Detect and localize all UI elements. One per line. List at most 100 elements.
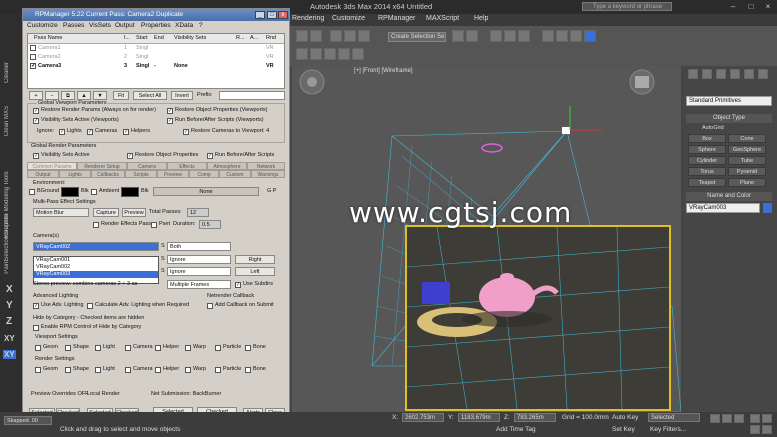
render-setup-icon[interactable]	[556, 30, 568, 42]
render-frame-icon[interactable]	[570, 30, 582, 42]
object-type-header[interactable]: Object Type	[686, 114, 772, 123]
tab-warnings[interactable]: Warnings	[251, 170, 285, 178]
preview-button[interactable]: Preview	[122, 208, 146, 217]
autogrid-label[interactable]: AutoGrid	[702, 125, 724, 131]
select-all-button[interactable]: Select All	[133, 91, 167, 100]
axis-xy-active-button[interactable]: XY	[3, 350, 16, 359]
axis-y-button[interactable]: Y	[6, 300, 13, 311]
menu-rpmanager[interactable]: RPManager	[378, 15, 415, 22]
list-item[interactable]: VRayCam003	[34, 271, 158, 278]
set-key-label[interactable]: Set Key	[612, 426, 635, 433]
add-time-tag[interactable]: Add Time Tag	[496, 426, 536, 433]
camera-2-mode-dropdown[interactable]: Ignore	[167, 255, 231, 264]
left-button[interactable]: Left	[235, 267, 275, 276]
orbit-icon[interactable]	[750, 425, 760, 434]
restore-cameras-checkbox[interactable]: ✓	[183, 129, 189, 135]
maximize-button[interactable]: □	[745, 2, 757, 11]
camera-dropdown-list[interactable]: VRayCam001 VRayCam002 VRayCam003	[33, 256, 159, 284]
pass-checkbox[interactable]	[30, 45, 36, 51]
tab-atmosphere[interactable]: Atmosphere	[207, 162, 247, 170]
viewport-label[interactable]: [+] [Front] [Wireframe]	[354, 68, 413, 74]
category-checkbox-bone[interactable]	[245, 345, 251, 351]
environment-map-button[interactable]: None	[153, 187, 259, 196]
z-coord-field[interactable]: 783.265m	[514, 413, 556, 422]
render-region-frame[interactable]	[405, 225, 671, 411]
category-checkbox-geom[interactable]	[35, 345, 41, 351]
stereo-mode-dropdown[interactable]: Multiple Frames	[167, 280, 231, 289]
list-item[interactable]: VRayCam001	[34, 257, 158, 264]
col-a[interactable]: A...	[250, 35, 258, 41]
add-pass-icon[interactable]: +	[29, 91, 43, 100]
camera-dropdown[interactable]: VRayCam002	[33, 242, 159, 251]
total-passes-input[interactable]: 12	[187, 208, 209, 217]
camera-3-mode-dropdown[interactable]: Ignore	[167, 267, 231, 276]
x-coord-field[interactable]: 2602.753m	[402, 413, 444, 422]
next-frame-icon[interactable]	[722, 414, 732, 423]
rpm-minimize-button[interactable]: _	[255, 11, 265, 19]
geosphere-button[interactable]: GeoSphere	[728, 145, 766, 154]
search-input[interactable]: Type a keyword or phrase	[582, 2, 672, 11]
select-object-icon[interactable]	[296, 48, 308, 60]
material-editor-icon[interactable]	[542, 30, 554, 42]
category-checkbox-warp[interactable]	[185, 367, 191, 373]
select-move-icon[interactable]	[324, 48, 336, 60]
camera-mode-dropdown[interactable]: Both	[167, 242, 231, 251]
tab-network[interactable]: Network	[247, 162, 285, 170]
category-checkbox-shape[interactable]	[65, 367, 71, 373]
rpm-menu-xdata[interactable]: XData	[175, 22, 193, 29]
rpm-menu-vissets[interactable]: VisSets	[89, 22, 111, 29]
end-frame-icon[interactable]	[734, 414, 744, 423]
pass-checkbox[interactable]: ✓	[30, 63, 36, 69]
use-subdirs-checkbox[interactable]: ✓	[235, 282, 241, 288]
key-mode-dropdown[interactable]: Selected	[648, 413, 700, 422]
curve-editor-icon[interactable]	[504, 30, 516, 42]
zoom-icon[interactable]	[750, 414, 760, 423]
rpm-menu-passes[interactable]: Passes	[63, 22, 84, 29]
axis-xy-button[interactable]: XY	[4, 334, 15, 343]
capture-button[interactable]: Capture	[93, 208, 119, 217]
bground-checkbox[interactable]	[29, 189, 35, 195]
angle-snap-icon[interactable]	[344, 30, 356, 42]
tab-camera[interactable]: Camera	[127, 162, 167, 170]
teapot-button[interactable]: Teapot	[688, 178, 726, 187]
ignore-cameras-checkbox[interactable]: ✓	[87, 129, 93, 135]
select-by-name-icon[interactable]	[310, 48, 322, 60]
category-checkbox-particle[interactable]	[215, 345, 221, 351]
tab-preview[interactable]: Preview	[157, 170, 189, 178]
category-checkbox-shape[interactable]	[65, 345, 71, 351]
pyramid-button[interactable]: Pyramid	[728, 167, 766, 176]
modify-tab-icon[interactable]	[702, 69, 712, 79]
rpm-maximize-button[interactable]: □	[267, 11, 277, 19]
display-tab-icon[interactable]	[744, 69, 754, 79]
restore-object-checkbox[interactable]: ✓	[127, 153, 133, 159]
tab-effects[interactable]: Effects	[167, 162, 207, 170]
rpm-menu-output[interactable]: Output	[115, 22, 135, 29]
tab-output[interactable]: Output	[27, 170, 59, 178]
maximize-viewport-icon[interactable]	[762, 425, 772, 434]
visibility-sets-vp-checkbox[interactable]: ✓	[33, 118, 39, 124]
snap-icon[interactable]	[330, 30, 342, 42]
col-r[interactable]: R...	[236, 35, 245, 41]
duration-input[interactable]: 0.5	[199, 220, 221, 229]
undo-icon[interactable]	[296, 30, 308, 42]
close-window-button[interactable]: ×	[762, 2, 774, 11]
ignore-lights-checkbox[interactable]: ✓	[59, 129, 65, 135]
render-effects-checkbox[interactable]	[93, 222, 99, 228]
right-button[interactable]: Right	[235, 255, 275, 264]
pass-table[interactable]: Pass Name I... Start End Visibility Sets…	[27, 33, 285, 89]
tab-common-params[interactable]: Common Params	[27, 162, 77, 170]
strip-label-clean-mxs[interactable]: Clean MXS	[4, 106, 10, 136]
tab-callbacks[interactable]: Callbacks	[91, 170, 125, 178]
selection-set-dropdown[interactable]: Create Selection Se	[388, 32, 446, 42]
menu-maxscript[interactable]: MAXScript	[426, 15, 459, 22]
mirror-icon[interactable]	[452, 30, 464, 42]
restore-object-props-checkbox[interactable]: ✓	[167, 108, 173, 114]
run-scripts-vp-checkbox[interactable]: ✓	[167, 118, 173, 124]
strip-label-selection[interactable]: Selection	[4, 236, 10, 261]
align-icon[interactable]	[466, 30, 478, 42]
col-visibility-sets[interactable]: Visibility Sets	[174, 35, 206, 41]
bground-color-swatch[interactable]	[61, 187, 79, 197]
torus-button[interactable]: Torus	[688, 167, 726, 176]
menu-customize[interactable]: Customize	[332, 15, 365, 22]
sphere-button[interactable]: Sphere	[688, 145, 726, 154]
